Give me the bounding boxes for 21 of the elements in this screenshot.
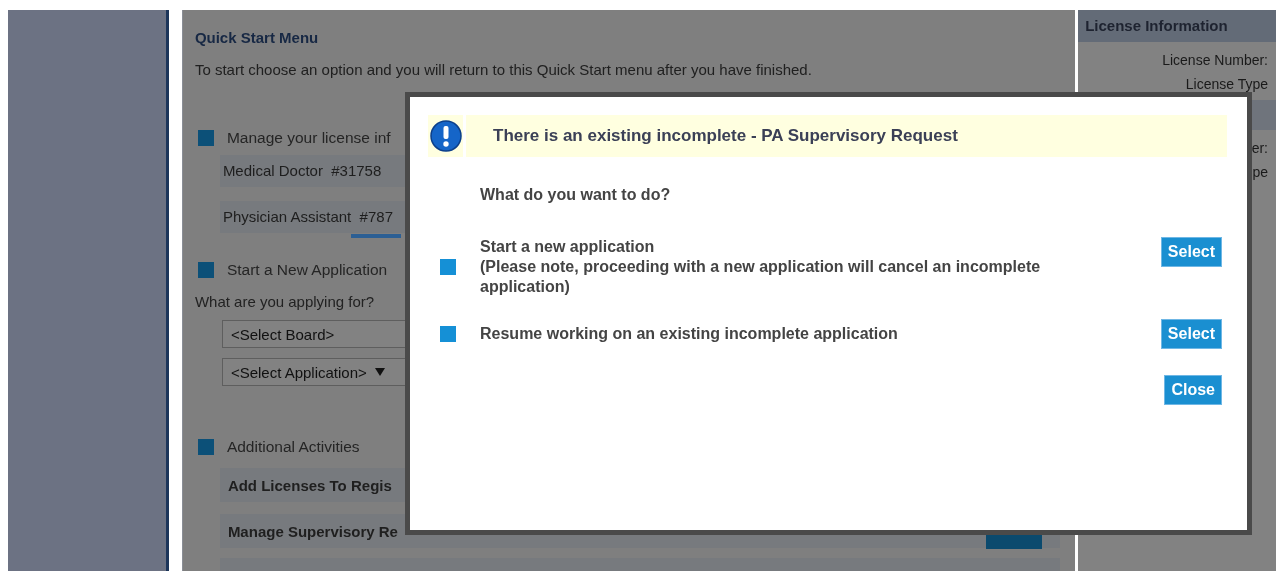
panel-title: License Information [1078, 10, 1276, 42]
question-text: What do you want to do? [480, 186, 672, 204]
section-heading: Start a New Application [226, 261, 388, 279]
activity-label: Manage Supervisory Re [227, 522, 398, 540]
option-text: Start a new application [480, 237, 656, 257]
select-button[interactable]: Select [1160, 319, 1222, 349]
option-text: (Please note, proceeding with a new application will cancel an incomplete application) [480, 257, 1042, 297]
select-button[interactable]: Select [1160, 237, 1222, 267]
field-label: pe [1251, 163, 1268, 182]
field-label: License Type [1184, 75, 1268, 94]
option-text: Resume working on an existing incomplete application [480, 324, 899, 344]
page-title: Quick Start Menu [194, 29, 320, 46]
field-label: er: [1250, 139, 1268, 158]
close-button[interactable]: Close [1164, 375, 1222, 405]
field-label: License Number: [1161, 51, 1268, 70]
section-heading: Additional Activities [226, 438, 360, 456]
section-heading: Manage your license inf [226, 129, 391, 147]
activity-label: Add Licenses To Regis [227, 476, 392, 494]
intro-text: To start choose an option and you will return to this Quick Start menu after you have finished. [194, 61, 813, 78]
prompt-text: What are you applying for? [194, 293, 376, 310]
alert-message: There is an existing incomplete - PA Supervisory Request [466, 115, 1227, 157]
